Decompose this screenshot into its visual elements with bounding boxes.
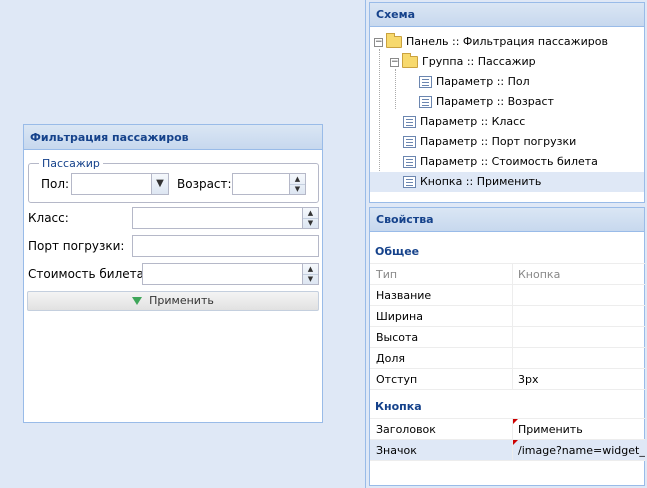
tree-node-label: Параметр :: Класс (420, 115, 526, 128)
schema-panel: Схема − Панель :: Фильтрация пассажиров −… (369, 2, 645, 203)
tree-node-param-fare[interactable]: Параметр :: Стоимость билета (403, 152, 598, 172)
parameter-icon (403, 116, 416, 128)
tree-node-panel[interactable]: − Панель :: Фильтрация пассажиров (374, 32, 608, 52)
spin-down-icon[interactable]: ▼ (290, 184, 305, 194)
folder-open-icon (402, 53, 418, 68)
property-row[interactable]: Тип Кнопка (370, 264, 645, 285)
property-row[interactable]: Высота (370, 327, 645, 348)
parameter-icon (403, 156, 416, 168)
tree-node-param-sex[interactable]: Параметр :: Пол (419, 72, 530, 92)
property-row[interactable]: Название (370, 285, 645, 306)
class-spinner-buttons[interactable]: ▲ ▼ (302, 208, 318, 228)
property-value[interactable] (513, 327, 645, 347)
group-button: Кнопка (375, 400, 422, 413)
property-row[interactable]: Доля (370, 348, 645, 369)
property-value[interactable]: Применить (513, 419, 645, 439)
tree-node-label: Параметр :: Порт погрузки (420, 135, 577, 148)
folder-open-icon (386, 33, 402, 48)
button-property-grid: Заголовок Применить Значок /image?name=w… (370, 418, 645, 461)
spin-up-icon[interactable]: ▲ (303, 264, 318, 274)
property-row[interactable]: Заголовок Применить (370, 419, 645, 440)
collapse-icon[interactable]: − (390, 57, 399, 67)
fieldset-legend: Пассажир (39, 157, 103, 170)
age-label: Возраст: (177, 177, 232, 191)
spin-down-icon[interactable]: ▼ (303, 218, 318, 228)
tree-node-group[interactable]: − Группа :: Пассажир (390, 52, 536, 72)
group-general: Общее (375, 245, 420, 258)
property-name: Значок (370, 440, 513, 460)
property-value[interactable]: 3px (513, 369, 645, 389)
port-input[interactable] (132, 235, 319, 257)
spin-up-icon[interactable]: ▲ (303, 208, 318, 218)
property-name: Заголовок (370, 419, 513, 439)
tree-node-label: Группа :: Пассажир (422, 55, 536, 68)
tree-node-label: Панель :: Фильтрация пассажиров (406, 35, 608, 48)
property-row[interactable]: Значок /image?name=widget_d... (370, 440, 645, 461)
schema-panel-title: Схема (370, 3, 644, 27)
property-name: Отступ (370, 369, 513, 389)
collapse-icon[interactable]: − (374, 37, 383, 47)
tree-node-label: Параметр :: Стоимость билета (420, 155, 598, 168)
age-spinner[interactable]: ▲ ▼ (232, 173, 306, 195)
form-panel-title: Фильтрация пассажиров (24, 125, 322, 150)
property-name: Ширина (370, 306, 513, 326)
tree-node-label: Параметр :: Возраст (436, 95, 554, 108)
class-label: Класс: (28, 211, 69, 225)
tree-node-param-class[interactable]: Параметр :: Класс (403, 112, 525, 132)
property-value[interactable] (513, 306, 645, 326)
property-name: Тип (370, 264, 513, 284)
property-value[interactable] (513, 348, 645, 368)
sex-label: Пол: (41, 177, 70, 191)
spin-up-icon[interactable]: ▲ (290, 174, 305, 184)
tree-node-label: Кнопка :: Применить (420, 175, 542, 188)
class-spinner[interactable]: ▲ ▼ (132, 207, 319, 229)
property-value[interactable] (513, 285, 645, 305)
properties-panel: Свойства Общее Тип Кнопка Название Ширин… (369, 207, 645, 486)
apply-button[interactable]: Применить (27, 291, 319, 311)
sex-combo[interactable]: ▼ (71, 173, 169, 195)
general-property-grid: Тип Кнопка Название Ширина Высота Доля О… (370, 263, 645, 390)
filter-form-panel: Фильтрация пассажиров Пассажир Пол: ▼ Во… (23, 124, 323, 423)
age-spinner-buttons[interactable]: ▲ ▼ (289, 174, 305, 194)
tree-node-param-port[interactable]: Параметр :: Порт погрузки (403, 132, 576, 152)
parameter-icon (419, 96, 432, 108)
property-name: Доля (370, 348, 513, 368)
port-label: Порт погрузки: (28, 239, 125, 253)
spin-down-icon[interactable]: ▼ (303, 274, 318, 284)
green-triangle-down-icon (132, 297, 143, 305)
tree-node-button-apply[interactable]: Кнопка :: Применить (370, 172, 644, 192)
property-name: Высота (370, 327, 513, 347)
tree-node-param-age[interactable]: Параметр :: Возраст (419, 92, 554, 112)
property-value: Кнопка (518, 268, 561, 281)
chevron-down-icon[interactable]: ▼ (151, 174, 168, 194)
tree-node-label: Параметр :: Пол (436, 75, 530, 88)
properties-panel-title: Свойства (370, 208, 644, 232)
fare-spinner-buttons[interactable]: ▲ ▼ (302, 264, 318, 284)
fare-label: Стоимость билета: (28, 267, 149, 281)
property-value[interactable]: /image?name=widget_d... (513, 440, 645, 460)
parameter-icon (403, 136, 416, 148)
property-row[interactable]: Отступ 3px (370, 369, 645, 390)
property-name: Название (370, 285, 513, 305)
passenger-fieldset: Пассажир Пол: ▼ Возраст: ▲ ▼ (28, 157, 319, 203)
apply-button-label: Применить (149, 294, 214, 307)
fare-spinner[interactable]: ▲ ▼ (142, 263, 319, 285)
property-row[interactable]: Ширина (370, 306, 645, 327)
parameter-icon (419, 76, 432, 88)
button-node-icon (403, 176, 416, 188)
